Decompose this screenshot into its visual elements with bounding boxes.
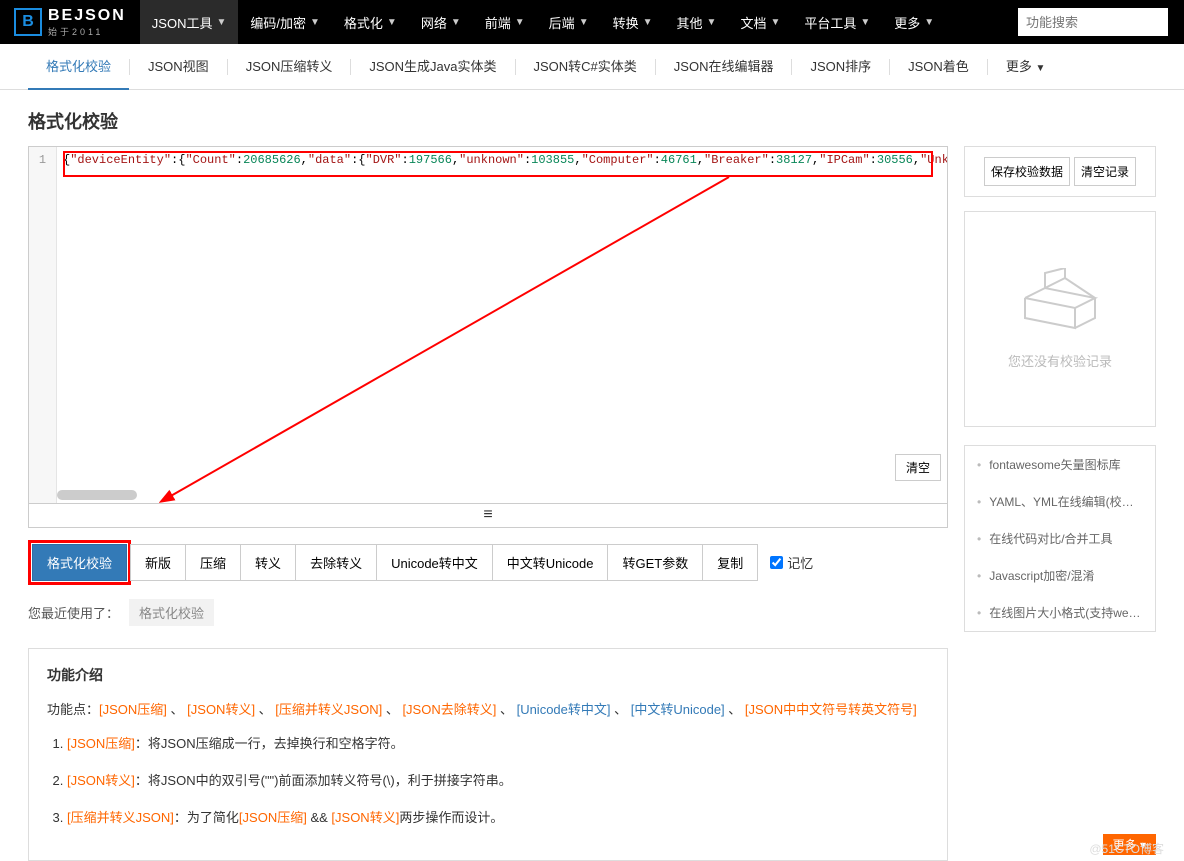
caret-down-icon: ▼ — [579, 17, 589, 28]
tool-复制[interactable]: 复制 — [702, 544, 758, 581]
nav-item-8[interactable]: 文档▼ — [728, 0, 792, 44]
subnav-item-1[interactable]: JSON视图 — [130, 44, 227, 90]
function-links: 功能点：[JSON压缩] 、 [JSON转义] 、 [压缩并转义JSON] 、 … — [47, 699, 929, 718]
caret-down-icon: ▼ — [643, 17, 653, 28]
search-input[interactable] — [1018, 8, 1168, 36]
fn-link-4[interactable]: [Unicode转中文] — [517, 702, 611, 717]
clear-records-button[interactable]: 清空记录 — [1074, 157, 1136, 186]
fn-link-1[interactable]: [JSON转义] — [187, 702, 255, 717]
subnav-item-8[interactable]: 更多 ▼ — [988, 44, 1064, 90]
subnav-item-0[interactable]: 格式化校验 — [28, 44, 129, 90]
side-link-4[interactable]: 在线图片大小格式(支持webp... — [965, 594, 1155, 631]
step-0: [JSON压缩]：将JSON压缩成一行，去掉换行和空格字符。 — [67, 734, 929, 755]
intro-card: 功能介绍 功能点：[JSON压缩] 、 [JSON转义] 、 [压缩并转义JSO… — [28, 648, 948, 861]
intro-heading: 功能介绍 — [47, 665, 929, 685]
tool-格式化校验[interactable]: 格式化校验 — [32, 544, 127, 581]
tool-压缩[interactable]: 压缩 — [185, 544, 241, 581]
nav-item-0[interactable]: JSON工具▼ — [140, 0, 239, 44]
sidebar: 保存校验数据 清空记录 您还没有校验记录 fontawesome矢量图标库YAM… — [964, 146, 1156, 861]
fn-link-5[interactable]: [中文转Unicode] — [631, 702, 725, 717]
step-link-0[interactable]: [JSON压缩] — [67, 736, 135, 751]
caret-down-icon: ▼ — [707, 17, 717, 28]
search-box — [1018, 8, 1168, 36]
nav-item-1[interactable]: 编码/加密▼ — [238, 0, 332, 44]
editor-menu-icon[interactable]: ≡ — [28, 504, 948, 528]
nav-item-4[interactable]: 前端▼ — [473, 0, 537, 44]
remember-checkbox[interactable]: 记忆 — [770, 553, 813, 572]
json-editor[interactable]: 1 {"deviceEntity":{"Count":20685626,"dat… — [28, 146, 948, 504]
caret-down-icon: ▼ — [860, 17, 870, 28]
empty-box-icon — [1020, 268, 1100, 341]
nav-item-2[interactable]: 格式化▼ — [332, 0, 409, 44]
fn-link-3[interactable]: [JSON去除转义] — [402, 702, 496, 717]
logo-sub: 始于2011 — [48, 25, 126, 38]
topbar: B BEJSON 始于2011 JSON工具▼编码/加密▼格式化▼网络▼前端▼后… — [0, 0, 1184, 44]
nav-item-7[interactable]: 其他▼ — [665, 0, 729, 44]
subnav-item-5[interactable]: JSON在线编辑器 — [656, 44, 792, 90]
step-link-2a[interactable]: [压缩并转义JSON] — [67, 810, 174, 825]
recent-tag[interactable]: 格式化校验 — [129, 599, 214, 626]
tool-Unicode转中文[interactable]: Unicode转中文 — [376, 544, 493, 581]
nav-item-5[interactable]: 后端▼ — [537, 0, 601, 44]
step-link-2c[interactable]: [JSON转义] — [331, 810, 399, 825]
sidebar-links: fontawesome矢量图标库YAML、YML在线编辑(校验)器在线代码对比/… — [964, 445, 1156, 632]
tool-去除转义[interactable]: 去除转义 — [295, 544, 377, 581]
subnav-item-2[interactable]: JSON压缩转义 — [228, 44, 351, 90]
nav-item-9[interactable]: 平台工具▼ — [792, 0, 882, 44]
caret-down-icon: ▼ — [387, 17, 397, 28]
fn-link-0[interactable]: [JSON压缩] — [99, 702, 167, 717]
annotation-box-code — [63, 151, 933, 177]
tools-row: 格式化校验新版压缩转义去除转义Unicode转中文中文转Unicode转GET参… — [28, 540, 948, 585]
step-link-2b[interactable]: [JSON压缩] — [239, 810, 307, 825]
side-link-1[interactable]: YAML、YML在线编辑(校验)器 — [965, 483, 1155, 520]
editor-code[interactable]: {"deviceEntity":{"Count":20685626,"data"… — [57, 147, 947, 503]
tool-转GET参数[interactable]: 转GET参数 — [607, 544, 703, 581]
nav-item-6[interactable]: 转换▼ — [601, 0, 665, 44]
nav-item-10[interactable]: 更多▼ — [882, 0, 946, 44]
caret-down-icon: ▼ — [310, 17, 320, 28]
save-data-button[interactable]: 保存校验数据 — [984, 157, 1070, 186]
page-title: 格式化校验 — [28, 108, 1156, 134]
subnav-item-4[interactable]: JSON转C#实体类 — [516, 44, 655, 90]
side-link-2[interactable]: 在线代码对比/合并工具 — [965, 520, 1155, 557]
recent-used: 您最近使用了： 格式化校验 — [28, 599, 948, 626]
side-link-0[interactable]: fontawesome矢量图标库 — [965, 446, 1155, 483]
logo-icon: B — [14, 8, 42, 36]
fn-link-6[interactable]: [JSON中中文符号转英文符号] — [745, 702, 917, 717]
logo-text: BEJSON — [48, 7, 126, 25]
logo[interactable]: B BEJSON 始于2011 — [0, 7, 140, 38]
step-link-1[interactable]: [JSON转义] — [67, 773, 135, 788]
step-1: [JSON转义]：将JSON中的双引号("")前面添加转义符号(\)，利于拼接字… — [67, 771, 929, 792]
watermark: @51CTO博客 — [1089, 840, 1164, 857]
fn-link-2[interactable]: [压缩并转义JSON] — [275, 702, 382, 717]
caret-down-icon: ▼ — [216, 17, 226, 28]
editor-gutter: 1 — [29, 147, 57, 503]
subnav-item-7[interactable]: JSON着色 — [890, 44, 987, 90]
caret-down-icon: ▼ — [770, 17, 780, 28]
caret-down-icon: ▼ — [515, 17, 525, 28]
tool-中文转Unicode[interactable]: 中文转Unicode — [492, 544, 609, 581]
caret-down-icon: ▼ — [1035, 63, 1045, 74]
empty-text: 您还没有校验记录 — [1008, 351, 1112, 370]
side-link-3[interactable]: Javascript加密/混淆 — [965, 557, 1155, 594]
caret-down-icon: ▼ — [451, 17, 461, 28]
tool-转义[interactable]: 转义 — [240, 544, 296, 581]
subnav-item-3[interactable]: JSON生成Java实体类 — [351, 44, 514, 90]
intro-steps: [JSON压缩]：将JSON压缩成一行，去掉换行和空格字符。 [JSON转义]：将… — [47, 734, 929, 828]
tool-新版[interactable]: 新版 — [130, 544, 186, 581]
clear-editor-button[interactable]: 清空 — [895, 454, 941, 481]
sub-nav: 格式化校验JSON视图JSON压缩转义JSON生成Java实体类JSON转C#实… — [0, 44, 1184, 90]
subnav-item-6[interactable]: JSON排序 — [792, 44, 889, 90]
recent-label: 您最近使用了： — [28, 603, 119, 622]
step-2: [压缩并转义JSON]：为了简化[JSON压缩] && [JSON转义]两步操作… — [67, 808, 929, 829]
nav-item-3[interactable]: 网络▼ — [409, 0, 473, 44]
horizontal-scrollbar[interactable] — [57, 490, 137, 500]
remember-input[interactable] — [770, 556, 783, 569]
caret-down-icon: ▼ — [924, 17, 934, 28]
annotation-box-button: 格式化校验 — [28, 540, 131, 585]
main-nav: JSON工具▼编码/加密▼格式化▼网络▼前端▼后端▼转换▼其他▼文档▼平台工具▼… — [140, 0, 946, 44]
empty-records: 您还没有校验记录 — [964, 211, 1156, 427]
